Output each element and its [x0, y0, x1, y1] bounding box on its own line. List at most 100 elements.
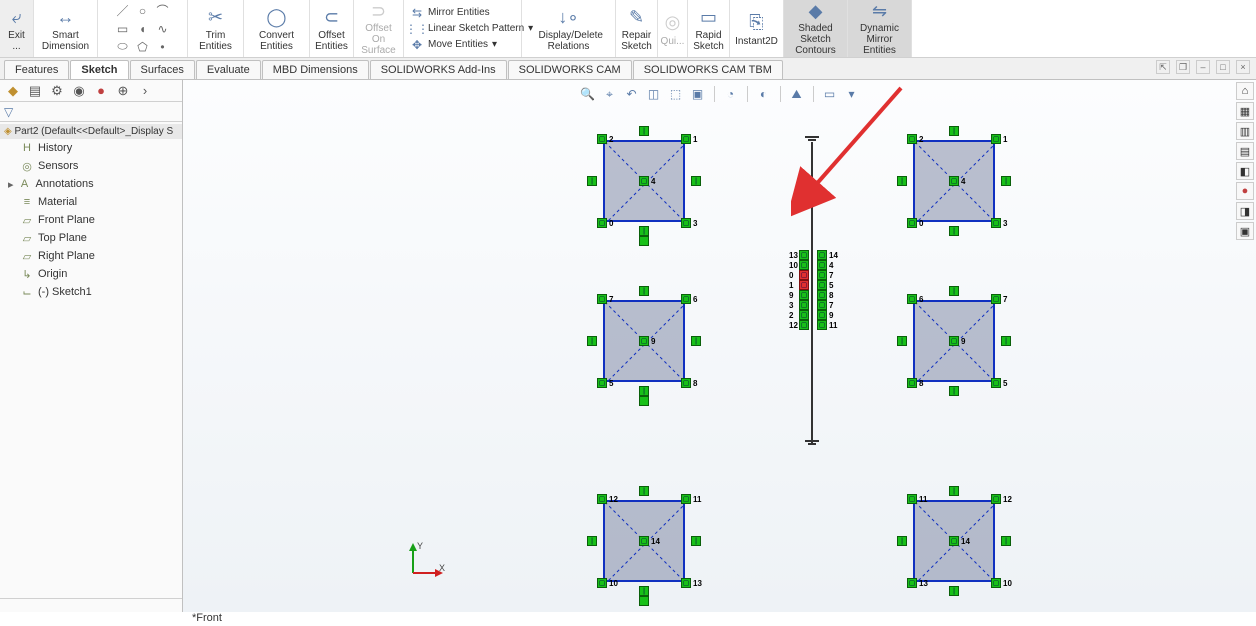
dynamic-mirror-button[interactable]: ⇋ Dynamic Mirror Entities	[848, 0, 912, 57]
relation-tag[interactable]: |	[949, 126, 959, 136]
relation-tag[interactable]: |	[639, 586, 649, 596]
offset-entities-button[interactable]: ⊂ Offset Entities	[310, 0, 354, 57]
relation-tag[interactable]: |	[639, 286, 649, 296]
tree-item-history[interactable]: HHistory	[0, 139, 182, 157]
relation-tag[interactable]: ▢	[681, 494, 691, 504]
tree-item-front-plane[interactable]: ▱Front Plane	[0, 211, 182, 229]
fm-config-icon[interactable]: ⚙	[48, 82, 66, 100]
relation-tag[interactable]	[639, 396, 649, 406]
relation-tag[interactable]: ▢	[639, 336, 649, 346]
relation-tag[interactable]: |	[897, 536, 907, 546]
relation-tag[interactable]: ▢	[949, 176, 959, 186]
relation-tag[interactable]: |	[897, 336, 907, 346]
tab-expand-icon[interactable]: ⇱	[1156, 60, 1170, 74]
rapid-sketch-button[interactable]: ▭ Rapid Sketch	[688, 0, 730, 57]
tab-features[interactable]: Features	[4, 60, 69, 79]
relation-tag[interactable]: |	[587, 336, 597, 346]
line-tool-icon[interactable]: ／	[114, 3, 132, 19]
tree-item-right-plane[interactable]: ▱Right Plane	[0, 247, 182, 265]
relation-tag[interactable]: ▢	[639, 176, 649, 186]
tab-max-icon[interactable]: □	[1216, 60, 1230, 74]
relation-tag[interactable]: |	[949, 226, 959, 236]
relation-tag[interactable]: ▢	[991, 134, 1001, 144]
relation-tag[interactable]: ▢	[949, 536, 959, 546]
relation-tag[interactable]: |	[949, 586, 959, 596]
exit-sketch-button[interactable]: ⤶ Exit ...	[0, 0, 34, 57]
tree-item-origin[interactable]: ↳Origin	[0, 265, 182, 283]
relation-tag[interactable]: |	[949, 486, 959, 496]
tab-mbd[interactable]: MBD Dimensions	[262, 60, 369, 79]
relation-tag[interactable]: ▢	[597, 294, 607, 304]
relation-tag[interactable]: ▢	[681, 218, 691, 228]
relation-tag[interactable]: |	[639, 126, 649, 136]
tree-item-material-not-specified-[interactable]: ≡Material	[0, 193, 182, 211]
fm-coord-icon[interactable]: ⊕	[114, 82, 132, 100]
zoom-fit-icon[interactable]: 🔍	[580, 86, 596, 102]
relation-tag[interactable]: |	[691, 536, 701, 546]
relation-tag[interactable]: ▢	[991, 378, 1001, 388]
relation-tag[interactable]: ▢	[799, 290, 809, 300]
relation-tag[interactable]: |	[1001, 536, 1011, 546]
tab-surfaces[interactable]: Surfaces	[130, 60, 195, 79]
relation-tag[interactable]: ▢	[799, 300, 809, 310]
relation-tag[interactable]: ▢	[799, 320, 809, 330]
repair-sketch-button[interactable]: ✎ Repair Sketch	[616, 0, 658, 57]
relation-tag[interactable]	[639, 236, 649, 246]
fm-tree-icon[interactable]: ◆	[4, 82, 22, 100]
rect-tool-icon[interactable]: ▭	[114, 21, 132, 37]
tree-item-annotations[interactable]: ▸AAnnotations	[0, 175, 182, 193]
relation-tag[interactable]: ▢	[597, 218, 607, 228]
tab-addins[interactable]: SOLIDWORKS Add-Ins	[370, 60, 507, 79]
tab-evaluate[interactable]: Evaluate	[196, 60, 261, 79]
relation-tag[interactable]: ▢	[817, 270, 827, 280]
tab-min-icon[interactable]: –	[1196, 60, 1210, 74]
tab-close-icon[interactable]: ×	[1236, 60, 1250, 74]
ellipse-tool-icon[interactable]: ⬭	[114, 39, 132, 55]
mirror-entities-button[interactable]: ⇆Mirror Entities	[410, 5, 490, 21]
fm-prop-icon[interactable]: ▤	[26, 82, 44, 100]
zoom-area-icon[interactable]: ⌖	[602, 86, 618, 102]
relation-tag[interactable]: |	[949, 386, 959, 396]
relation-tag[interactable]: |	[639, 226, 649, 236]
hide-show-icon[interactable]: ◔	[723, 86, 739, 102]
move-entities-button[interactable]: ✥Move Entities ▾	[410, 37, 497, 53]
relation-tag[interactable]: ▢	[817, 250, 827, 260]
rail-resources-icon[interactable]: ▦	[1236, 102, 1254, 120]
tree-root[interactable]: ◈ Part2 (Default<<Default>_Display S	[0, 124, 182, 139]
tab-cam-tbm[interactable]: SOLIDWORKS CAM TBM	[633, 60, 783, 79]
relation-tag[interactable]: ▢	[949, 336, 959, 346]
relation-tag[interactable]: ▢	[991, 494, 1001, 504]
view-orient-icon[interactable]: ⬚	[668, 86, 684, 102]
poly-tool-icon[interactable]: ⬠	[134, 39, 152, 55]
sidebar-scrollbar[interactable]	[0, 598, 182, 612]
convert-entities-button[interactable]: ◯ Convert Entities	[244, 0, 310, 57]
relation-tag[interactable]: ▢	[597, 578, 607, 588]
rail-appear-icon[interactable]: ●	[1236, 182, 1254, 200]
relation-tag[interactable]: |	[897, 176, 907, 186]
view-settings-icon[interactable]: ▭	[822, 86, 838, 102]
rail-library-icon[interactable]: ▥	[1236, 122, 1254, 140]
relation-tag[interactable]: ▢	[799, 260, 809, 270]
fm-appear-icon[interactable]: ●	[92, 82, 110, 100]
display-style-icon[interactable]: ▣	[690, 86, 706, 102]
relation-tag[interactable]: ▢	[907, 294, 917, 304]
centerline[interactable]	[811, 142, 813, 444]
relation-tag[interactable]: |	[587, 176, 597, 186]
relation-tag[interactable]: ▢	[681, 378, 691, 388]
display-relations-button[interactable]: ↓∘ Display/Delete Relations	[522, 0, 616, 57]
relation-tag[interactable]: ▢	[907, 578, 917, 588]
relation-tag[interactable]: ▢	[991, 218, 1001, 228]
relation-tag[interactable]: ▢	[799, 270, 809, 280]
relation-tag[interactable]: |	[691, 336, 701, 346]
relation-tag[interactable]: ▢	[991, 294, 1001, 304]
fm-display-icon[interactable]: ◉	[70, 82, 88, 100]
relation-tag[interactable]: |	[1001, 336, 1011, 346]
tree-item-sensors[interactable]: ◎Sensors	[0, 157, 182, 175]
relation-tag[interactable]: ▢	[799, 280, 809, 290]
relation-tag[interactable]: |	[1001, 176, 1011, 186]
rail-custom-icon[interactable]: ◨	[1236, 202, 1254, 220]
graphics-viewport[interactable]: 🔍 ⌖ ↶ ◫ ⬚ ▣ ◔ ◐ ⛰ ▭ ▾ ⌂ ▦ ▥ ▤ ◧ ● ◨ ▣	[183, 80, 1256, 612]
spline-tool-icon[interactable]: ∿	[154, 21, 172, 37]
relation-tag[interactable]: ▢	[681, 134, 691, 144]
relation-tag[interactable]: ▢	[597, 378, 607, 388]
